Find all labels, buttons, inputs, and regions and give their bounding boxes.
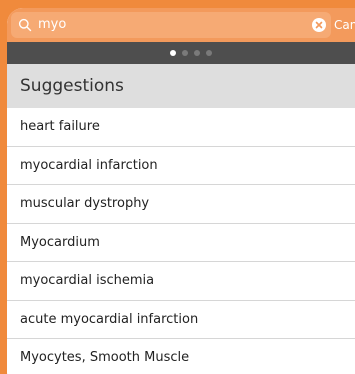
suggestions-list: heart failure myocardial infarction musc… — [7, 108, 355, 374]
list-item[interactable]: heart failure — [7, 108, 355, 147]
suggestions-header: Suggestions — [7, 64, 355, 108]
device-screen: myo Can Suggestions heart failure myocar… — [7, 8, 355, 374]
list-item[interactable]: Myocardium — [7, 224, 355, 262]
list-item-label: Myocytes, Smooth Muscle — [20, 350, 190, 365]
list-item[interactable]: acute myocardial infarction — [7, 301, 355, 339]
list-item-label: muscular dystrophy — [20, 196, 150, 211]
search-icon — [18, 18, 32, 32]
list-item[interactable]: Myocytes, Smooth Muscle — [7, 339, 355, 374]
list-item-label: myocardial ischemia — [20, 273, 155, 288]
page-dots — [170, 50, 212, 56]
clear-icon[interactable] — [312, 18, 326, 32]
list-item-label: myocardial infarction — [20, 157, 158, 173]
search-query-text: myo — [38, 17, 67, 32]
suggestions-title: Suggestions — [20, 76, 124, 96]
list-item-label: heart failure — [20, 119, 100, 134]
cancel-button[interactable]: Can — [334, 16, 355, 34]
page-indicator-strip — [7, 42, 355, 64]
search-bar: myo Can — [7, 8, 355, 42]
page-dot-1[interactable] — [170, 50, 176, 56]
list-item[interactable]: myocardial ischemia — [7, 262, 355, 301]
app-frame: myo Can Suggestions heart failure myocar… — [0, 0, 355, 374]
list-item-label: acute myocardial infarction — [20, 311, 199, 327]
list-item[interactable]: muscular dystrophy — [7, 185, 355, 224]
page-dot-2[interactable] — [182, 50, 188, 56]
list-item-label: Myocardium — [20, 234, 100, 250]
search-input[interactable]: myo — [11, 12, 331, 38]
list-item[interactable]: myocardial infarction — [7, 147, 355, 185]
page-dot-3[interactable] — [194, 50, 200, 56]
page-dot-4[interactable] — [206, 50, 212, 56]
